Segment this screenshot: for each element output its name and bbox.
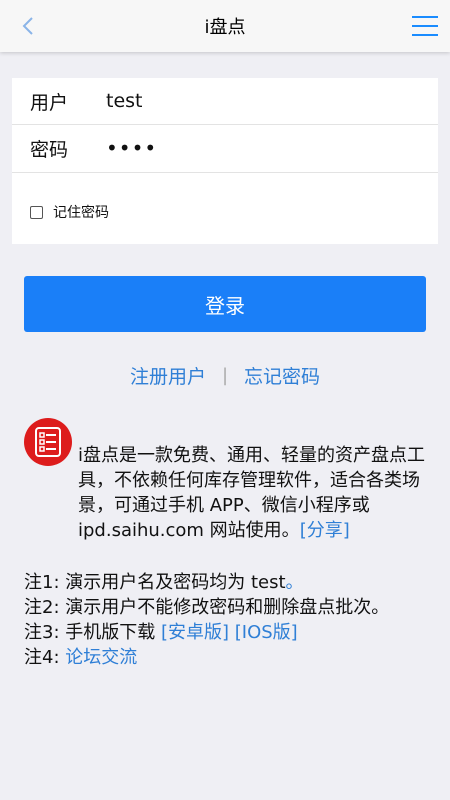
app-header: i盘点 [0,0,450,52]
note-1-text: 注1: 演示用户名及密码均为 test [24,572,286,593]
remember-checkbox[interactable] [30,205,43,219]
remember-label: 记住密码 [53,205,109,221]
app-description: i盘点是一款免费、通用、轻量的资产盘点工具，不依赖任何库存管理软件，适合各类场景… [24,443,426,543]
back-button[interactable] [14,12,42,40]
note-4-text: 注4: [24,647,66,668]
username-field[interactable] [106,90,406,112]
remember-password[interactable]: 记住密码 [30,201,109,223]
description-text: i盘点是一款免费、通用、轻量的资产盘点工具，不依赖任何库存管理软件，适合各类场景… [24,443,426,543]
password-field[interactable]: •••• [106,136,406,160]
link-separator: | [221,364,229,386]
hamburger-menu-icon [412,16,438,18]
share-link[interactable]: [分享] [300,520,350,541]
note-2: 注2: 演示用户不能修改密码和删除盘点批次。 [24,597,390,618]
password-label: 密码 [30,138,69,161]
hamburger-menu-icon [412,34,438,36]
username-row: 用户 [12,78,438,124]
forgot-password-link[interactable]: 忘记密码 [244,362,320,389]
page-title: i盘点 [204,17,246,38]
ios-download-link[interactable]: [IOS版] [235,622,298,643]
hamburger-menu-icon [412,25,438,27]
android-download-link[interactable]: [安卓版] [161,622,229,643]
chevron-left-icon [22,17,33,35]
username-label: 用户 [30,91,69,114]
note-3: 注3: 手机版下载 [安卓版] [IOS版] [24,620,426,645]
note-4: 注4: 论坛交流 [24,645,426,670]
account-links: 注册用户 | 忘记密码 [0,362,450,388]
login-button[interactable]: 登录 [24,276,426,332]
note-1-period: 。 [285,572,304,593]
password-row: 密码 •••• [12,125,438,171]
forum-link[interactable]: 论坛交流 [65,647,137,668]
login-form: 用户 密码 •••• 记住密码 [12,78,438,244]
menu-button[interactable] [410,12,440,40]
notes-section: 注1: 演示用户名及密码均为 test。 注2: 演示用户不能修改密码和删除盘点… [24,570,426,670]
note-3-text: 注3: 手机版下载 [24,622,161,643]
register-link[interactable]: 注册用户 [130,362,206,389]
description-body: i盘点是一款免费、通用、轻量的资产盘点工具，不依赖任何库存管理软件，适合各类场景… [78,445,425,541]
note-1: 注1: 演示用户名及密码均为 test。 [24,570,426,595]
divider [12,172,438,173]
